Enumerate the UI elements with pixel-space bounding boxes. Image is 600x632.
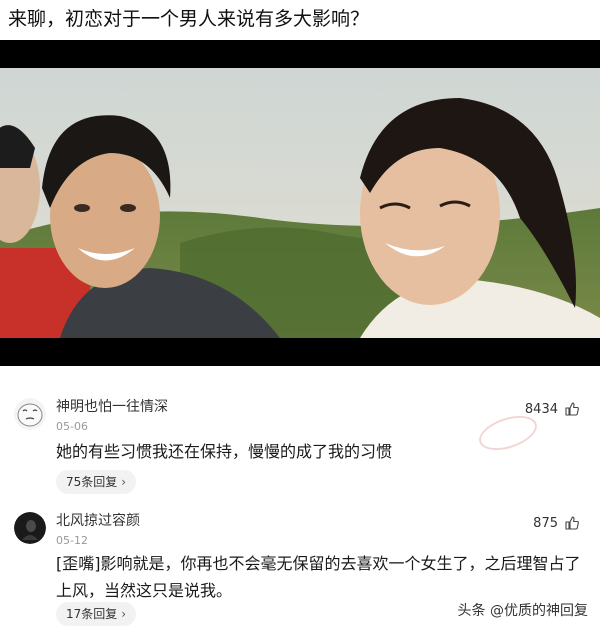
comment-username[interactable]: 北风掠过容颜 [56,512,140,530]
user-avatar[interactable] [14,512,46,544]
view-replies-button[interactable]: 75条回复 › [56,470,137,494]
meme-face-icon [14,398,46,430]
like-count: 8434 [524,401,558,417]
thumbs-up-icon [565,402,579,416]
comment-username[interactable]: 神明也怕一往情深 [56,398,168,416]
like-count: 875 [533,515,558,531]
reply-count: 75条回复 [66,475,118,489]
comment-date: 05-06 [56,420,88,433]
comment-date: 05-12 [56,534,88,547]
user-avatar[interactable] [14,398,46,430]
view-replies-button[interactable]: 17条回复 › [56,602,137,626]
movie-still[interactable] [0,40,600,366]
thumbs-up-icon [565,516,579,530]
post-question: 来聊，初恋对于一个男人来说有多大影响？ [8,8,370,30]
chevron-right-icon: › [121,475,127,489]
comment-text: [歪嘴]影响就是，你再也不会毫无保留的去喜欢一个女生了，之后理智占了上风，当然这… [56,554,581,600]
movie-still-image [0,68,600,338]
source-watermark: 头条 @优质的神回复 [457,603,588,619]
like-button[interactable]: 8434 [525,401,580,417]
chevron-right-icon: › [121,607,127,621]
like-button[interactable]: 875 [533,515,580,531]
reply-count: 17条回复 [66,607,118,621]
photo-avatar-icon [14,512,46,544]
